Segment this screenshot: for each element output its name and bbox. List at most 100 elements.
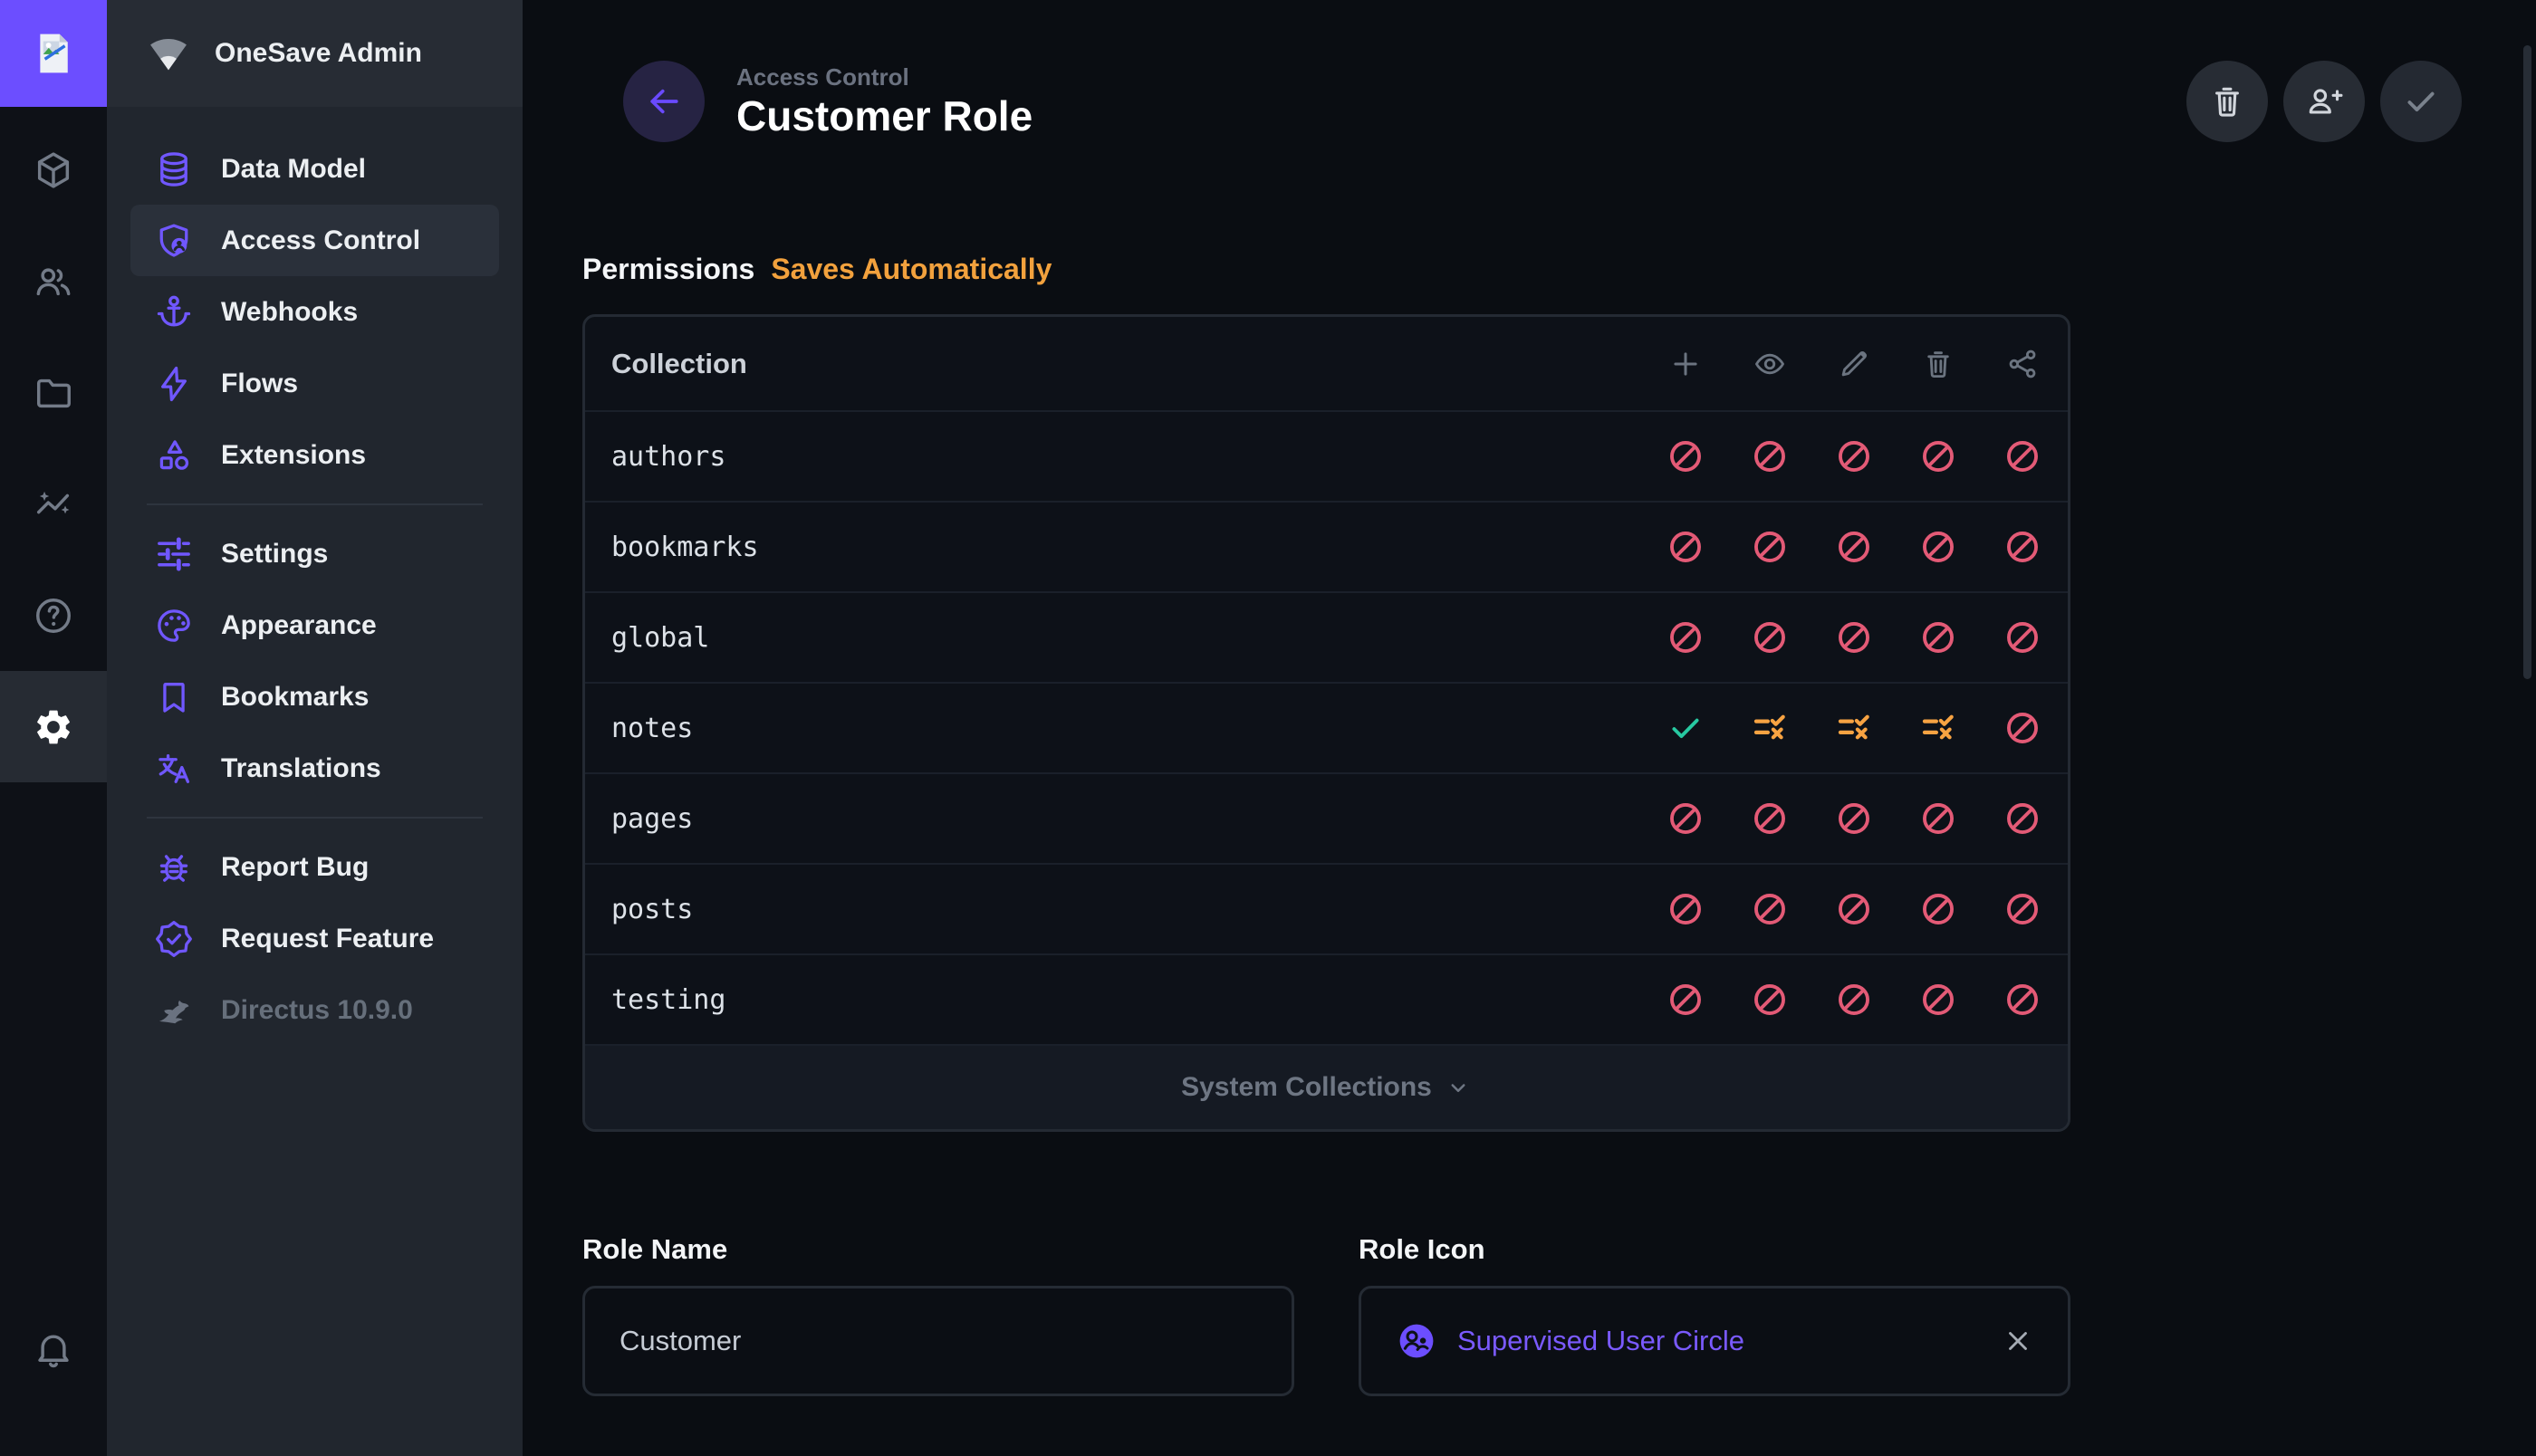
permission-toggle[interactable] bbox=[1918, 437, 1958, 475]
permission-toggle[interactable] bbox=[2003, 709, 2042, 747]
permission-toggle[interactable] bbox=[1666, 800, 1705, 838]
sidebar-nav: Data Model Access Control Webhooks Flows… bbox=[107, 107, 523, 1046]
system-collections-toggle[interactable]: System Collections bbox=[585, 1044, 2068, 1129]
permission-toggle[interactable] bbox=[2003, 981, 2042, 1019]
project-logo[interactable] bbox=[0, 0, 107, 107]
delete-role-button[interactable] bbox=[2186, 61, 2268, 142]
permission-toggle[interactable] bbox=[1666, 528, 1705, 566]
permissions-table-header: Collection bbox=[585, 317, 2068, 410]
module-content[interactable] bbox=[0, 114, 107, 225]
module-list bbox=[0, 107, 107, 782]
scrollbar-thumb[interactable] bbox=[2523, 45, 2531, 679]
sidebar-item-flows[interactable]: Flows bbox=[130, 348, 499, 419]
custom-access-icon bbox=[1835, 709, 1873, 747]
permission-toggle[interactable] bbox=[2003, 528, 2042, 566]
sidebar-item-label: Extensions bbox=[221, 440, 366, 471]
module-users[interactable] bbox=[0, 225, 107, 337]
permission-toggle[interactable] bbox=[1750, 981, 1790, 1019]
permission-toggle[interactable] bbox=[1834, 528, 1874, 566]
permission-toggle[interactable] bbox=[1918, 981, 1958, 1019]
module-help[interactable] bbox=[0, 560, 107, 671]
sidebar-item-access-control[interactable]: Access Control bbox=[130, 205, 499, 276]
sidebar-item-extensions[interactable]: Extensions bbox=[130, 419, 499, 491]
check-icon bbox=[2402, 82, 2440, 120]
permission-toggle[interactable] bbox=[1834, 800, 1874, 838]
permission-toggle[interactable] bbox=[1918, 800, 1958, 838]
database-icon bbox=[154, 149, 194, 189]
page-header: Access Control Customer Role bbox=[523, 0, 2536, 142]
project-header[interactable]: OneSave Admin bbox=[107, 0, 523, 107]
bookmark-icon bbox=[154, 677, 194, 717]
permission-toggle[interactable] bbox=[1750, 890, 1790, 928]
permission-toggle[interactable] bbox=[1918, 618, 1958, 656]
permission-toggle[interactable] bbox=[1666, 618, 1705, 656]
palette-icon bbox=[154, 606, 194, 646]
module-settings[interactable] bbox=[0, 671, 107, 782]
sidebar-item-report-bug[interactable]: Report Bug bbox=[130, 831, 499, 903]
permission-toggle[interactable] bbox=[2003, 618, 2042, 656]
permission-toggle[interactable] bbox=[1666, 981, 1705, 1019]
no-access-icon bbox=[1835, 618, 1873, 656]
collection-column-header: Collection bbox=[611, 348, 747, 380]
permission-toggle[interactable] bbox=[1834, 709, 1874, 747]
no-access-icon bbox=[2003, 981, 2041, 1019]
version-label: Directus 10.9.0 bbox=[221, 995, 413, 1026]
permission-toggle[interactable] bbox=[2003, 800, 2042, 838]
no-access-icon bbox=[1667, 981, 1705, 1019]
sidebar-item-data-model[interactable]: Data Model bbox=[130, 133, 499, 205]
permission-toggle[interactable] bbox=[1918, 709, 1958, 747]
sidebar-item-request-feature[interactable]: Request Feature bbox=[130, 903, 499, 974]
permission-toggle[interactable] bbox=[1918, 890, 1958, 928]
broken-image-icon bbox=[29, 29, 78, 78]
save-button[interactable] bbox=[2380, 61, 2462, 142]
module-bar bbox=[0, 0, 107, 1456]
permission-toggle[interactable] bbox=[1834, 890, 1874, 928]
permission-toggle[interactable] bbox=[1750, 618, 1790, 656]
no-access-icon bbox=[1919, 981, 1957, 1019]
permission-toggle[interactable] bbox=[2003, 890, 2042, 928]
bolt-icon bbox=[154, 364, 194, 404]
collection-name: global bbox=[611, 622, 709, 654]
role-icon-input[interactable]: Supervised User Circle bbox=[1359, 1286, 2070, 1396]
folder-icon bbox=[33, 372, 74, 414]
no-access-icon bbox=[2003, 890, 2041, 928]
permission-toggle[interactable] bbox=[1750, 800, 1790, 838]
permission-toggle[interactable] bbox=[1834, 437, 1874, 475]
share-icon bbox=[2005, 347, 2040, 381]
notifications-button[interactable] bbox=[0, 1293, 107, 1404]
permission-toggle[interactable] bbox=[1666, 709, 1705, 747]
role-name-field: Role Name Customer bbox=[582, 1233, 1294, 1396]
permission-toggle[interactable] bbox=[1750, 709, 1790, 747]
back-button[interactable] bbox=[623, 61, 705, 142]
sidebar-item-bookmarks[interactable]: Bookmarks bbox=[130, 661, 499, 733]
sidebar-item-webhooks[interactable]: Webhooks bbox=[130, 276, 499, 348]
permission-toggle[interactable] bbox=[1834, 618, 1874, 656]
sidebar-item-label: Bookmarks bbox=[221, 682, 369, 713]
permission-toggle[interactable] bbox=[1666, 890, 1705, 928]
permission-toggle[interactable] bbox=[1918, 528, 1958, 566]
table-row: bookmarks bbox=[585, 501, 2068, 591]
invite-users-button[interactable] bbox=[2283, 61, 2365, 142]
insights-icon bbox=[33, 484, 74, 525]
permission-toggle[interactable] bbox=[2003, 437, 2042, 475]
role-name-input[interactable]: Customer bbox=[582, 1286, 1294, 1396]
sidebar-item-appearance[interactable]: Appearance bbox=[130, 589, 499, 661]
no-access-icon bbox=[1919, 890, 1957, 928]
collection-name: testing bbox=[611, 984, 725, 1016]
permission-toggle[interactable] bbox=[1834, 981, 1874, 1019]
no-access-icon bbox=[1667, 528, 1705, 566]
permission-toggle[interactable] bbox=[1750, 437, 1790, 475]
no-access-icon bbox=[1835, 981, 1873, 1019]
sidebar-item-label: Report Bug bbox=[221, 852, 369, 883]
module-files[interactable] bbox=[0, 337, 107, 448]
sidebar-item-label: Flows bbox=[221, 369, 298, 399]
clear-icon-button[interactable] bbox=[2003, 1326, 2033, 1356]
sidebar-item-settings[interactable]: Settings bbox=[130, 518, 499, 589]
no-access-icon bbox=[2003, 437, 2041, 475]
sidebar-item-label: Settings bbox=[221, 539, 328, 570]
permission-toggle[interactable] bbox=[1666, 437, 1705, 475]
module-insights[interactable] bbox=[0, 448, 107, 560]
sidebar-item-translations[interactable]: Translations bbox=[130, 733, 499, 804]
permission-toggle[interactable] bbox=[1750, 528, 1790, 566]
users-icon bbox=[33, 261, 74, 302]
